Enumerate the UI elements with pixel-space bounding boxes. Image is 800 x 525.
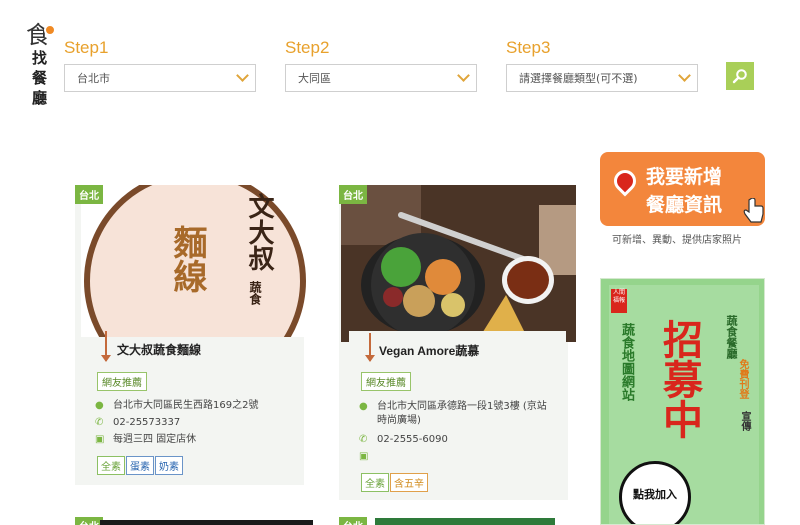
restaurant-image-partial: [100, 520, 313, 525]
phone-text: 02-25573337: [113, 417, 181, 428]
city-select[interactable]: 台北市: [64, 64, 256, 92]
diet-tag-five-pungent: 含五辛: [390, 473, 428, 492]
address-row: ● 台北市大同區民生西路169之2號: [95, 399, 295, 413]
diet-tag-ovo: 蛋素: [126, 456, 154, 475]
recruit-right-mid: 免費刊登: [737, 359, 748, 399]
banner-line1: 我要新增: [646, 166, 723, 188]
location-pin-icon: ●: [95, 400, 104, 411]
step-1-label: Step1: [64, 38, 109, 57]
hours-row: ▣ 每週三四 固定店休: [95, 433, 196, 447]
arrow-down-icon: [365, 333, 375, 362]
recruit-main-text: 招募中: [656, 319, 703, 439]
phone-row: ✆ 02-2555-6090: [359, 433, 448, 447]
phone-icon: ✆: [95, 417, 104, 428]
recruit-left-text: 蔬食地圖網站: [619, 323, 634, 401]
add-restaurant-banner[interactable]: 我要新增 餐廳資訊: [600, 152, 765, 226]
recommend-badge: 網友推薦: [361, 372, 411, 391]
phone-row: ✆ 02-25573337: [95, 416, 180, 430]
logo-text: 找餐廳: [32, 49, 48, 107]
step-3: Step3 請選擇餐廳類型(可不選): [506, 38, 698, 92]
diet-tag-lacto: 奶素: [155, 456, 183, 475]
image-main-text: 麵線: [167, 225, 207, 293]
step-1: Step1 台北市: [64, 38, 256, 92]
map-pin-icon: [609, 165, 641, 197]
restaurant-card[interactable]: 文大叔 蔬食 麵線 台北 文大叔蔬食麵線 網友推薦 ● 台北市大同區民生西路16…: [75, 185, 309, 485]
region-tag: 台北: [75, 517, 103, 525]
step-2: Step2 大同區: [285, 38, 477, 92]
restaurant-type-select[interactable]: 請選擇餐廳類型(可不選): [506, 64, 698, 92]
calendar-icon: ▣: [359, 451, 369, 462]
brand-logo: 人間福報: [611, 289, 627, 313]
address-text: 台北市大同區民生西路169之2號: [113, 400, 259, 411]
region-tag: 台北: [339, 517, 367, 525]
join-button[interactable]: 點我加入: [619, 461, 691, 524]
step-2-label: Step2: [285, 38, 330, 57]
pointer-hand-icon: [743, 198, 764, 223]
city-select-value: 台北市: [77, 72, 110, 85]
phone-text: 02-2555-6090: [377, 434, 448, 445]
food-photo: [341, 185, 576, 342]
region-tag: 台北: [339, 185, 367, 204]
search-icon: [732, 69, 747, 84]
banner-line2: 餐廳資訊: [646, 194, 723, 216]
restaurant-image-partial: [375, 518, 555, 525]
logo-dot-icon: [44, 24, 56, 36]
address-row: ● 台北市大同區承德路一段1號3樓 (京站時尚廣場): [359, 400, 559, 428]
diet-tag-vegan: 全素: [361, 473, 389, 492]
chevron-down-icon: [236, 69, 249, 82]
join-label: 點我加入: [633, 488, 677, 501]
site-logo[interactable]: 食 找餐廳: [26, 22, 56, 114]
recruit-banner[interactable]: 人間福報 蔬食地圖網站 蔬食餐廳 免費刊登 宣傳 招募中 點我加入: [600, 278, 765, 525]
region-tag: 台北: [75, 185, 103, 204]
restaurant-name[interactable]: 文大叔蔬食麵線: [117, 341, 201, 358]
image-brand-text: 文大叔: [244, 193, 274, 271]
search-button[interactable]: [726, 62, 754, 90]
brand-logo-text: 人間福報: [612, 289, 625, 304]
add-restaurant-caption: 可新增、異動、提供店家照片: [612, 235, 742, 246]
restaurant-image: 文大叔 蔬食 麵線: [81, 185, 309, 337]
recruit-right-bot: 宣傳: [739, 411, 750, 431]
diet-tag-vegan: 全素: [97, 456, 125, 475]
phone-icon: ✆: [359, 434, 368, 445]
district-select-value: 大同區: [298, 72, 331, 85]
restaurant-type-select-value: 請選擇餐廳類型(可不選): [519, 72, 638, 85]
image-brand-sub: 蔬食: [248, 281, 262, 305]
restaurant-image: [341, 185, 576, 342]
calendar-icon: ▣: [95, 434, 105, 445]
hours-row: ▣: [359, 450, 377, 464]
restaurant-name[interactable]: Vegan Amore蔬慕: [379, 342, 479, 359]
recommend-badge: 網友推薦: [97, 372, 147, 391]
recruit-right-top: 蔬食餐廳: [725, 315, 738, 359]
step-3-label: Step3: [506, 38, 551, 57]
chevron-down-icon: [457, 69, 470, 82]
arrow-down-icon: [101, 331, 111, 362]
chevron-down-icon: [678, 69, 691, 82]
location-pin-icon: ●: [359, 401, 368, 412]
district-select[interactable]: 大同區: [285, 64, 477, 92]
address-text: 台北市大同區承德路一段1號3樓 (京站時尚廣場): [377, 401, 547, 426]
restaurant-card[interactable]: 台北 Vegan Amore蔬慕 網友推薦 ● 台北市大同區承德路一段1號3樓 …: [339, 185, 576, 500]
hours-text: 每週三四 固定店休: [113, 434, 197, 445]
